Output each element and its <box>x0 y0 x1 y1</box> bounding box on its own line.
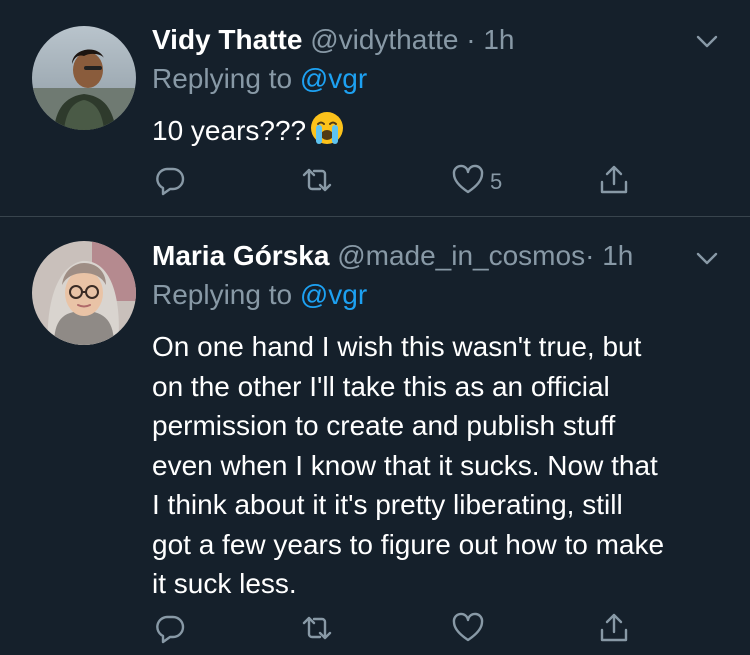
tweet-text-line: on the other I'll take this as an offici… <box>152 370 610 402</box>
tweet-text-line: permission to create and publish stuff <box>152 410 616 441</box>
avatar[interactable] <box>32 241 136 345</box>
avatar-photo <box>32 26 136 130</box>
timestamp[interactable]: 1h <box>483 24 514 55</box>
mention-link[interactable]: @vgr <box>300 63 367 94</box>
timestamp[interactable]: 1h <box>602 240 633 271</box>
replying-to: Replying to @vgr <box>152 61 367 97</box>
like-button[interactable] <box>450 610 490 650</box>
retweet-button[interactable] <box>299 162 339 202</box>
like-button[interactable]: 5 <box>450 162 502 202</box>
replying-to: Replying to @vgr <box>152 277 367 313</box>
reply-icon <box>152 610 188 651</box>
replying-prefix: Replying to <box>152 279 293 310</box>
share-icon <box>596 162 632 203</box>
tweet-maria-gorska[interactable]: Maria Górska @made_in_cosmos· 1h Replyin… <box>0 217 750 655</box>
reply-button[interactable] <box>152 162 192 202</box>
like-count: 5 <box>490 169 503 194</box>
retweet-icon <box>299 162 335 203</box>
tweet-header: Maria Górska @made_in_cosmos· 1h <box>152 238 633 274</box>
heart-icon <box>450 162 486 203</box>
tweet-vidy-thatte[interactable]: Vidy Thatte @vidythatte · 1h Replying to… <box>0 0 750 216</box>
author-handle[interactable]: @vidythatte <box>310 24 458 55</box>
tweet-text-content: 10 years??? <box>152 115 307 146</box>
tweet-header: Vidy Thatte @vidythatte · 1h <box>152 22 515 58</box>
share-button[interactable] <box>596 162 632 202</box>
loudly-crying-face-icon <box>310 111 344 145</box>
separator-dot: · <box>585 240 595 271</box>
mention-link[interactable]: @vgr <box>300 279 367 310</box>
chevron-down-icon[interactable] <box>694 245 720 271</box>
action-bar: 5 <box>152 162 652 202</box>
share-button[interactable] <box>596 610 632 650</box>
author-handle[interactable]: @made_in_cosmos <box>337 240 585 271</box>
retweet-icon <box>299 610 335 651</box>
retweet-button[interactable] <box>299 610 339 650</box>
replying-prefix: Replying to <box>152 63 293 94</box>
tweet-text: On one hand I wish this wasn't true, but… <box>152 327 732 604</box>
share-icon <box>596 610 632 651</box>
tweet-text: 10 years??? <box>152 111 732 151</box>
avatar-photo <box>32 241 136 345</box>
avatar[interactable] <box>32 26 136 130</box>
tweet-text-line: got a few years to figure out how to mak… <box>152 528 665 560</box>
tweet-text-line: On one hand I wish this wasn't true, but <box>152 331 642 362</box>
tweet-text-line: I think about it it's pretty liberating,… <box>152 489 623 520</box>
action-bar <box>152 610 652 650</box>
tweet-text-line: it suck less. <box>152 568 297 599</box>
author-name[interactable]: Maria Górska <box>152 240 329 271</box>
chevron-down-icon[interactable] <box>694 28 720 54</box>
tweet-text-line: even when I know that it sucks. Now that <box>152 449 658 481</box>
reply-button[interactable] <box>152 610 192 650</box>
separator-dot: · <box>466 24 476 55</box>
author-name[interactable]: Vidy Thatte <box>152 24 302 55</box>
reply-icon <box>152 162 188 203</box>
heart-icon <box>450 610 486 651</box>
